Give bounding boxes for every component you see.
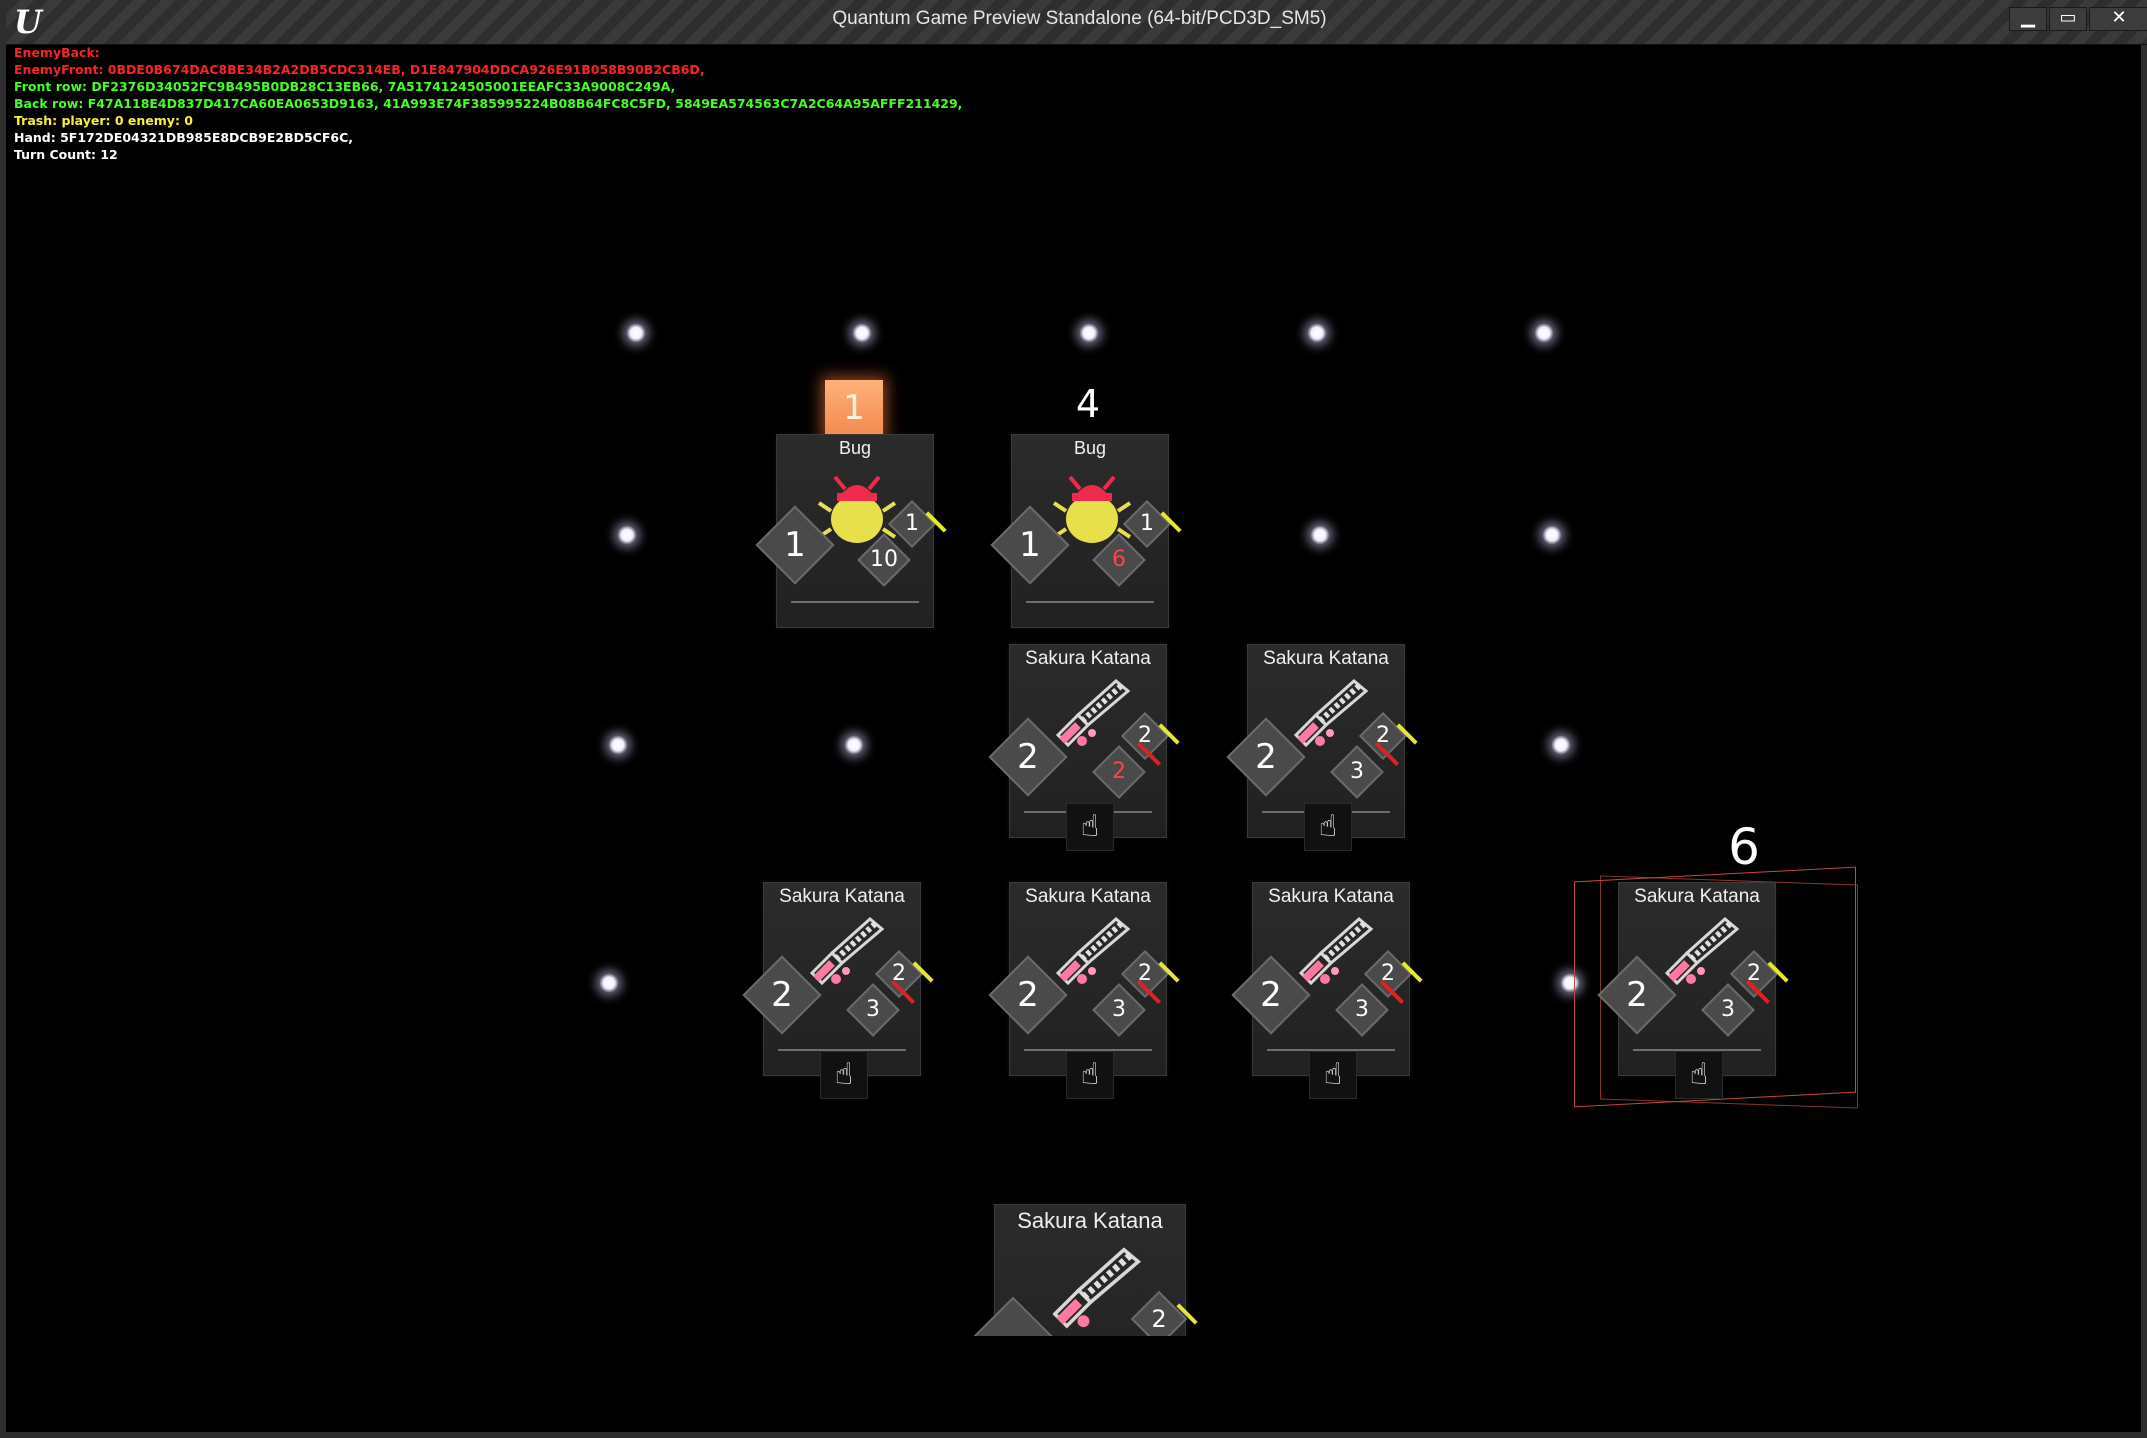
cost-value: 2 xyxy=(1747,961,1761,986)
hp-value: 3 xyxy=(1350,759,1364,784)
debug-enemy-back: EnemyBack: xyxy=(14,45,100,60)
cost-value: 2 xyxy=(1138,723,1152,748)
hp-value: 3 xyxy=(866,997,880,1022)
attack-value: 2 xyxy=(1260,975,1282,1015)
cost-value: 1 xyxy=(905,511,919,536)
hand-area: Sakura Katana 2 xyxy=(966,1196,1206,1336)
hand-pointer-icon[interactable]: ☝ xyxy=(1066,803,1114,851)
player-card-sakura-katana[interactable]: Sakura Katana 2 2 3 ☝ xyxy=(1226,644,1418,851)
katana-icon xyxy=(1052,1247,1142,1329)
debug-enemy-front: EnemyFront: 0BDE0B674DAC8BE34B2A2DB5CDC3… xyxy=(14,62,705,77)
card-name: Sakura Katana xyxy=(1025,886,1151,907)
hp-value: 10 xyxy=(870,547,898,572)
hand-pointer-icon[interactable]: ☝ xyxy=(1309,1051,1357,1099)
empty-slot[interactable] xyxy=(1542,525,1562,545)
cost-value: 2 xyxy=(1376,723,1390,748)
hand-pointer-icon[interactable]: ☝ xyxy=(1066,1051,1114,1099)
debug-turn-count: Turn Count: 12 xyxy=(14,147,118,162)
game-window: U Quantum Game Preview Standalone (64-bi… xyxy=(0,0,2147,1438)
player-card-sakura-katana-selected[interactable]: Sakura Katana 2 2 3 ☝ xyxy=(1597,882,1789,1099)
cost-value: 2 xyxy=(892,961,906,986)
cost-value: 2 xyxy=(1138,961,1152,986)
enemy-card-bug[interactable]: Bug 1 1 10 xyxy=(755,434,947,628)
empty-slot[interactable] xyxy=(617,525,637,545)
attack-value: 1 xyxy=(784,525,806,565)
empty-slot[interactable] xyxy=(608,735,628,755)
minimize-button[interactable]: ▁ xyxy=(2009,7,2047,31)
card-divider xyxy=(791,601,919,603)
attack-value: 2 xyxy=(1017,737,1039,777)
cost-value: 2 xyxy=(1151,1305,1167,1333)
card-counter: 4 xyxy=(1075,382,1101,426)
hp-value: 6 xyxy=(1112,547,1126,572)
empty-slot[interactable] xyxy=(844,735,864,755)
player-card-sakura-katana[interactable]: Sakura Katana 2 2 2 ☝ xyxy=(988,644,1180,851)
player-card-sakura-katana[interactable]: Sakura Katana 2 2 3 ☝ xyxy=(742,882,934,1099)
title-bar[interactable]: U Quantum Game Preview Standalone (64-bi… xyxy=(6,0,2147,45)
empty-slot[interactable] xyxy=(1310,525,1330,545)
cost-value: 1 xyxy=(1140,511,1154,536)
empty-slot[interactable] xyxy=(1307,323,1327,343)
close-button[interactable]: ✕ xyxy=(2089,7,2147,31)
empty-slot[interactable] xyxy=(626,323,646,343)
hand-card-sakura-katana[interactable]: Sakura Katana 2 xyxy=(970,1204,1198,1336)
player-card-sakura-katana[interactable]: Sakura Katana 2 2 3 ☝ xyxy=(988,882,1180,1099)
attack-value: 1 xyxy=(1019,525,1041,565)
attack-value: 2 xyxy=(1626,975,1648,1015)
hand-pointer-icon[interactable]: ☝ xyxy=(1304,803,1352,851)
debug-trash: Trash: player: 0 enemy: 0 xyxy=(14,113,193,128)
hp-value: 3 xyxy=(1721,997,1735,1022)
attack-order-badge: 1 xyxy=(825,380,883,436)
debug-overlay: EnemyBack: EnemyFront: 0BDE0B674DAC8BE34… xyxy=(14,44,962,163)
card-divider xyxy=(1026,601,1154,603)
card-name: Sakura Katana xyxy=(1268,886,1394,907)
debug-front-row: Front row: DF2376D34052FC9B495B0DB28C13E… xyxy=(14,79,676,94)
window-title: Quantum Game Preview Standalone (64-bit/… xyxy=(832,8,1327,29)
card-name: Sakura Katana xyxy=(1634,886,1760,907)
hand-pointer-icon[interactable]: ☝ xyxy=(1675,1051,1723,1099)
hp-value: 2 xyxy=(1112,759,1126,784)
card-name: Sakura Katana xyxy=(1017,1208,1163,1233)
card-name: Sakura Katana xyxy=(1025,648,1151,669)
card-name: Bug xyxy=(1073,438,1107,458)
cost-value: 2 xyxy=(1381,961,1395,986)
attack-value: 2 xyxy=(771,975,793,1015)
card-name: Bug xyxy=(838,438,872,458)
empty-slot[interactable] xyxy=(599,973,619,993)
debug-hand: Hand: 5F172DE04321DB985E8DCB9E2BD5CF6C, xyxy=(14,130,354,145)
enemy-card-bug[interactable]: Bug 1 1 6 xyxy=(990,434,1182,628)
empty-slot[interactable] xyxy=(852,323,872,343)
card-counter: 6 xyxy=(1728,818,1760,876)
card-name: Sakura Katana xyxy=(779,886,905,907)
empty-slot[interactable] xyxy=(1534,323,1554,343)
attack-value: 2 xyxy=(1017,975,1039,1015)
hp-value: 3 xyxy=(1355,997,1369,1022)
hand-pointer-icon[interactable]: ☝ xyxy=(820,1051,868,1099)
debug-back-row: Back row: F47A118E4D837D417CA60EA0653D91… xyxy=(14,96,963,111)
maximize-button[interactable]: ▭ xyxy=(2049,7,2087,31)
hp-value: 3 xyxy=(1112,997,1126,1022)
player-card-sakura-katana[interactable]: Sakura Katana 2 2 3 ☝ xyxy=(1231,882,1423,1099)
empty-slot[interactable] xyxy=(1079,323,1099,343)
empty-slot[interactable] xyxy=(1551,735,1571,755)
card-name: Sakura Katana xyxy=(1263,648,1389,669)
attack-value: 2 xyxy=(1255,737,1277,777)
